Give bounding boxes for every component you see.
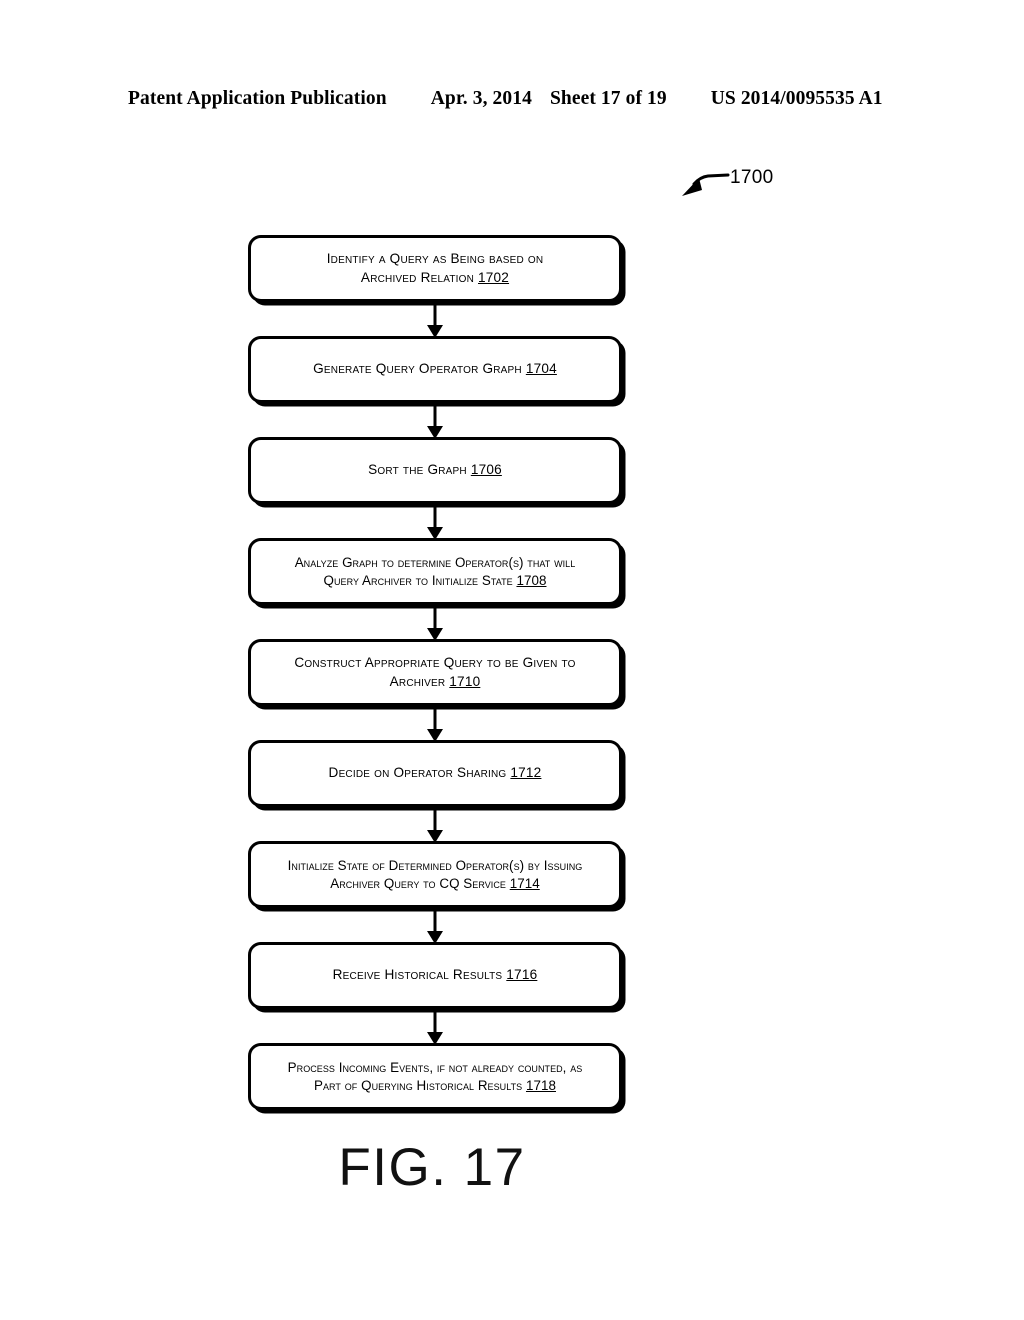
header-sheet-number: Sheet 17 of 19 xyxy=(549,88,667,109)
page-header: Patent Application Publication Apr. 3, 2… xyxy=(128,88,896,110)
flowchart-step-ref-1706: 1706 xyxy=(470,462,502,478)
flowchart-step-1712: Decide on Operator Sharing 1712 xyxy=(248,740,622,807)
flowchart-step-label-1710: Construct Appropriate Query to be Given … xyxy=(294,655,576,689)
flowchart-connector-1712-to-1714 xyxy=(248,806,622,842)
flowchart-connector-1714-to-1716 xyxy=(248,907,622,943)
flowchart-step-1708: Analyze Graph to determine Operator(s) t… xyxy=(248,538,622,605)
flowchart-step-1706: Sort the Graph 1706 xyxy=(248,437,622,504)
flowchart-step-ref-1710: 1710 xyxy=(449,673,481,689)
header-publication-title: Patent Application Publication xyxy=(128,88,387,109)
flowchart-connector-1702-to-1704 xyxy=(248,301,622,337)
flowchart-step-1704: Generate Query Operator Graph 1704 xyxy=(248,336,622,403)
flowchart-step-1710: Construct Appropriate Query to be Given … xyxy=(248,639,622,706)
flowchart-step-label-1702: Identify a Query as Being based on Archi… xyxy=(326,251,544,285)
flowchart-step-ref-1702: 1702 xyxy=(478,269,510,285)
figure-caption: FIG. 17 xyxy=(0,1137,1024,1198)
flowchart-step-label-1704: Generate Query Operator Graph 1704 xyxy=(313,361,557,377)
callout-label: 1700 xyxy=(730,167,774,188)
flowchart-connector-1710-to-1712 xyxy=(248,705,622,741)
figure-caption-text: FIG. 17 xyxy=(338,1138,526,1197)
flowchart-connector-1704-to-1706 xyxy=(248,402,622,438)
flowchart-step-ref-1714: 1714 xyxy=(509,875,540,891)
flowchart-step-1716: Receive Historical Results 1716 xyxy=(248,942,622,1009)
header-date: Apr. 3, 2014 xyxy=(430,88,532,109)
flowchart-step-ref-1718: 1718 xyxy=(525,1077,556,1093)
flowchart-connector-1706-to-1708 xyxy=(248,503,622,539)
flowchart-step-ref-1712: 1712 xyxy=(510,765,542,781)
flowchart-step-ref-1704: 1704 xyxy=(525,361,557,377)
flowchart-step-label-1708: Analyze Graph to determine Operator(s) t… xyxy=(294,554,576,588)
flowchart-step-1718: Process Incoming Events, if not already … xyxy=(248,1043,622,1110)
header-patent-number: US 2014/0095535 A1 xyxy=(710,88,883,109)
flowchart-step-1714: Initialize State of Determined Operator(… xyxy=(248,841,622,908)
flowchart-step-ref-1708: 1708 xyxy=(516,572,547,588)
figure-callout: 1700 xyxy=(676,162,796,210)
flowchart-step-1702: Identify a Query as Being based on Archi… xyxy=(248,235,622,302)
flowchart: Identify a Query as Being based on Archi… xyxy=(248,235,628,1110)
flowchart-step-label-1716: Receive Historical Results 1716 xyxy=(332,967,538,983)
flowchart-step-label-1712: Decide on Operator Sharing 1712 xyxy=(328,765,542,781)
flowchart-step-label-1706: Sort the Graph 1706 xyxy=(368,462,502,478)
flowchart-step-label-1718: Process Incoming Events, if not already … xyxy=(287,1059,583,1093)
flowchart-connector-1708-to-1710 xyxy=(248,604,622,640)
flowchart-connector-1716-to-1718 xyxy=(248,1008,622,1044)
flowchart-step-ref-1716: 1716 xyxy=(506,967,538,983)
flowchart-step-label-1714: Initialize State of Determined Operator(… xyxy=(287,857,583,891)
